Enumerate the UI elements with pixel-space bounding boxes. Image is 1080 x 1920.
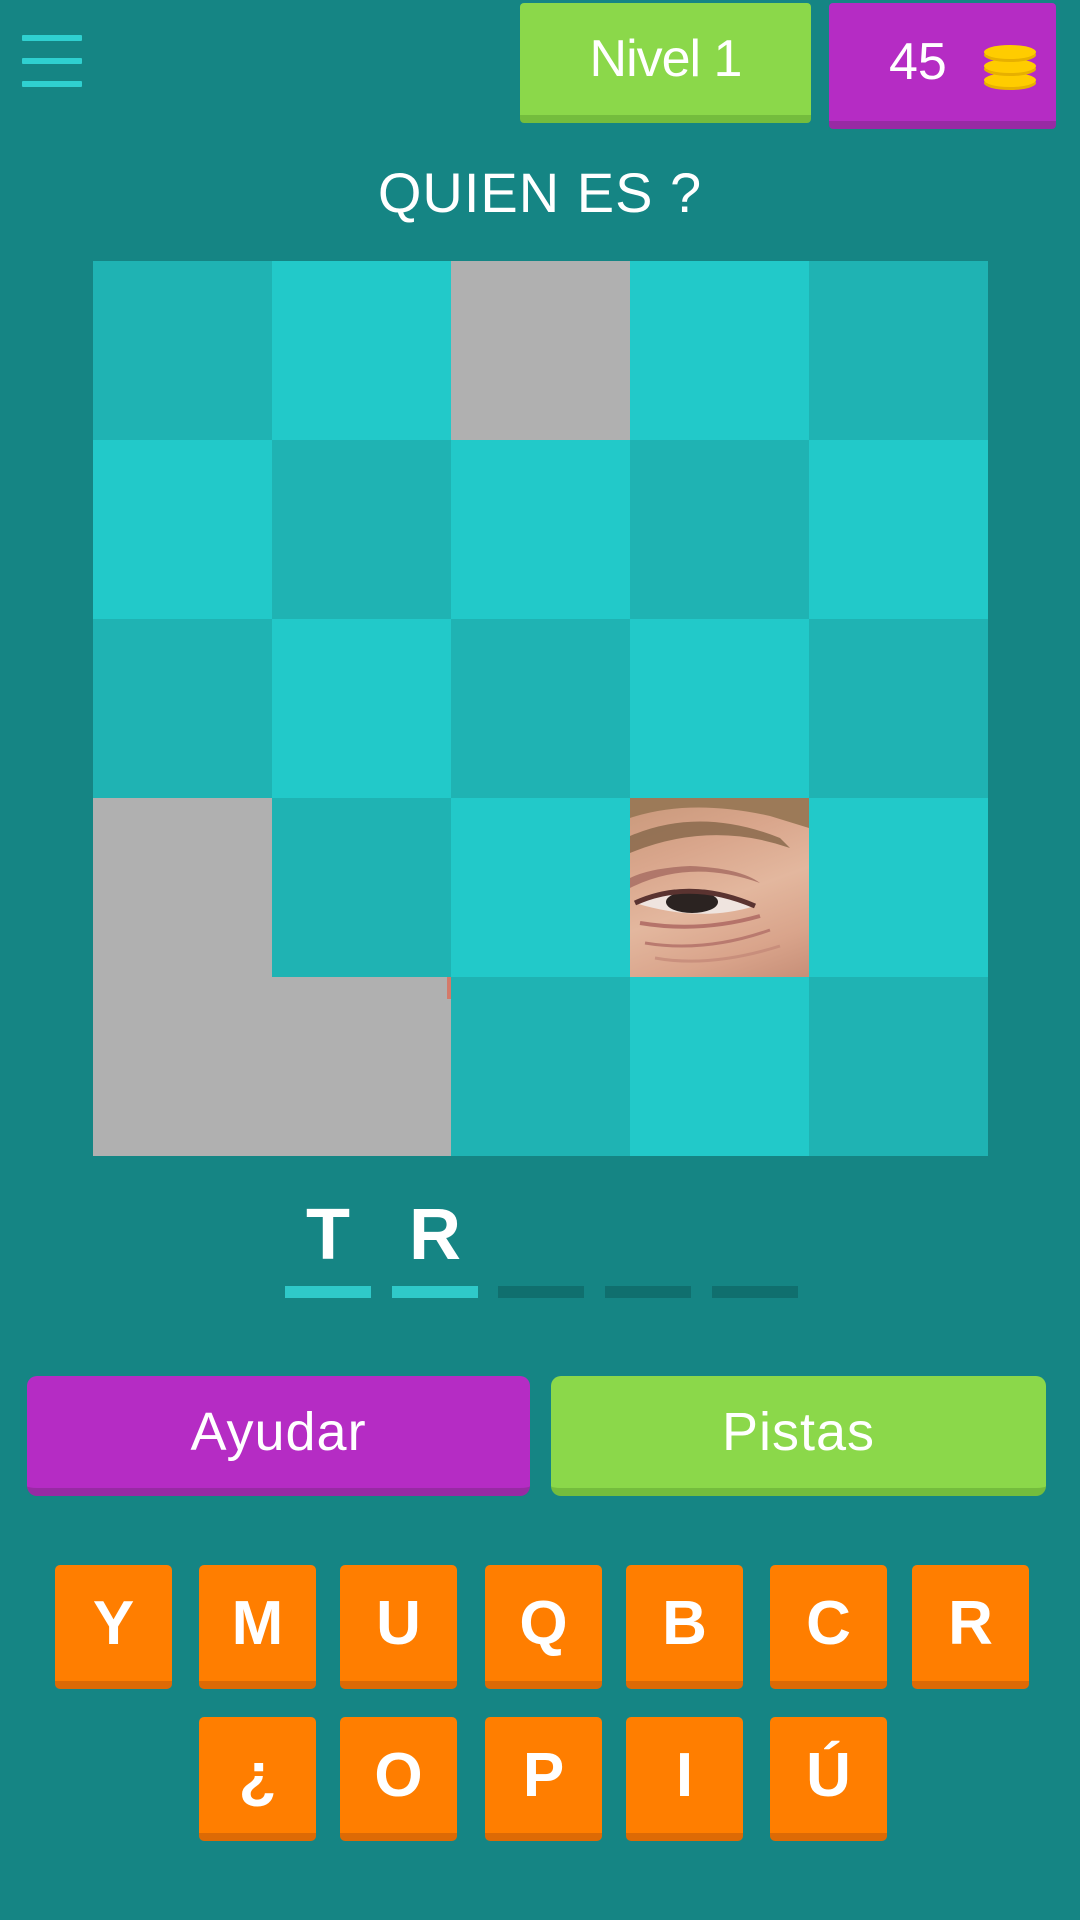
cover-tile[interactable] [630,619,809,798]
cover-tile[interactable] [451,619,630,798]
cover-tile[interactable] [809,798,988,977]
answer-letter: R [409,1195,461,1275]
cover-tile[interactable] [272,440,451,619]
letter-key[interactable]: Q [485,1565,602,1689]
question-title: QUIEN ES ? [377,161,703,224]
level-label: Nivel 1 [589,30,743,88]
cover-tile[interactable] [272,619,451,798]
coin-stack-icon [984,45,1036,90]
letter-key[interactable]: U [340,1565,457,1689]
hints-button[interactable]: Pistas [551,1376,1046,1496]
level-badge: Nivel 1 [520,3,811,123]
eye-image [630,798,809,963]
answer-slots: T R [0,1190,1080,1300]
letter-key[interactable]: C [770,1565,887,1689]
puzzle-grid [93,261,988,1156]
cover-tile[interactable] [93,261,272,440]
revealed-eye-tile [630,798,809,977]
revealed-tile [93,977,272,1156]
cover-tile[interactable] [272,261,451,440]
letter-key[interactable]: Ú [770,1717,887,1841]
cover-tile[interactable] [451,440,630,619]
cover-tile[interactable] [809,619,988,798]
answer-slot[interactable] [498,1190,584,1298]
cover-tile[interactable] [451,977,630,1156]
cover-tile[interactable] [630,261,809,440]
hints-button-label: Pistas [721,1402,876,1462]
hamburger-menu-icon[interactable] [22,35,82,87]
help-button[interactable]: Ayudar [27,1376,530,1496]
answer-letter: T [306,1195,350,1275]
revealed-tile [451,261,630,440]
slot-underline [285,1286,371,1298]
answer-slot[interactable] [605,1190,691,1298]
cover-tile[interactable] [809,261,988,440]
cover-tile[interactable] [630,977,809,1156]
answer-slot[interactable]: T [285,1190,371,1298]
slot-underline [392,1286,478,1298]
letter-key[interactable]: R [912,1565,1029,1689]
coin-count: 45 [889,33,947,91]
revealed-tile [93,798,272,977]
letter-key[interactable]: ¿ [199,1717,316,1841]
revealed-tile [272,977,451,1156]
letter-key[interactable]: P [485,1717,602,1841]
cover-tile[interactable] [809,440,988,619]
answer-slot[interactable]: R [392,1190,478,1298]
help-button-label: Ayudar [190,1402,367,1462]
letter-key[interactable]: Y [55,1565,172,1689]
answer-slot[interactable] [712,1190,798,1298]
cover-tile[interactable] [272,798,451,977]
cover-tile[interactable] [630,440,809,619]
letter-key[interactable]: B [626,1565,743,1689]
cover-tile[interactable] [93,440,272,619]
cover-tile[interactable] [93,619,272,798]
slot-underline [605,1286,691,1298]
letter-key[interactable]: I [626,1717,743,1841]
letter-key[interactable]: O [340,1717,457,1841]
letter-key[interactable]: M [199,1565,316,1689]
coins-badge[interactable]: 45 [829,3,1056,129]
cover-tile[interactable] [451,798,630,977]
slot-underline [712,1286,798,1298]
cover-tile[interactable] [809,977,988,1156]
slot-underline [498,1286,584,1298]
